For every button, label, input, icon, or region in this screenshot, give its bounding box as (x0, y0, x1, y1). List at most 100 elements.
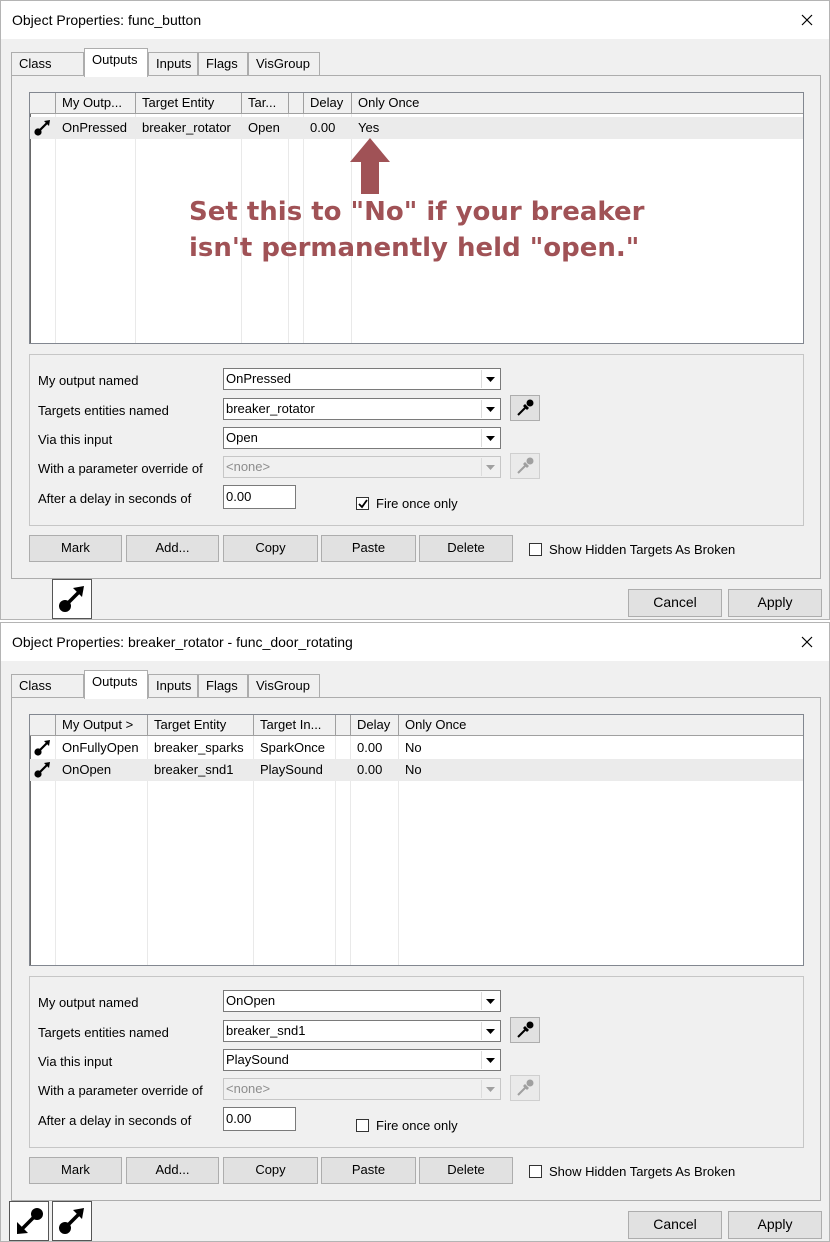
fire-once-checkbox[interactable]: Fire once only (356, 496, 458, 511)
fire-once-checkbox[interactable]: Fire once only (356, 1118, 458, 1133)
tab-outputs[interactable]: Outputs (84, 48, 148, 77)
output-label: My output named (38, 995, 139, 1010)
pick-target-button[interactable] (510, 395, 540, 421)
pick-param-button[interactable] (510, 1075, 540, 1101)
add-button[interactable]: Add... (126, 535, 219, 562)
delay-input[interactable]: 0.00 (223, 485, 296, 509)
delete-button[interactable]: Delete (419, 535, 513, 562)
column-header-only-once[interactable]: Only Once (352, 93, 803, 114)
close-icon (801, 14, 813, 26)
pick-param-button[interactable] (510, 453, 540, 479)
copy-button[interactable]: Copy (223, 1157, 318, 1184)
dropdown-arrow-icon (481, 370, 499, 388)
row-input: Open (248, 120, 280, 135)
column-header-icon[interactable] (30, 715, 56, 736)
checkbox-box[interactable] (529, 543, 542, 556)
row-input: SparkOnce (260, 740, 326, 755)
row-delay: 0.00 (357, 762, 383, 777)
column-header-output[interactable]: My Outp... (56, 93, 136, 114)
row-input: PlaySound (260, 762, 323, 777)
row-only-once: Yes (358, 120, 380, 135)
tab-flags[interactable]: Flags (198, 674, 248, 698)
input-arrow-icon (17, 1208, 43, 1234)
row-target: breaker_sparks (154, 740, 244, 755)
output-combo[interactable]: OnOpen (223, 990, 501, 1012)
column-header-input[interactable]: Target In... (254, 715, 336, 736)
outputs-list[interactable]: My Output > Target Entity Target In... D… (29, 714, 804, 966)
apply-button[interactable]: Apply (728, 1211, 822, 1239)
tab-inputs[interactable]: Inputs (148, 674, 198, 698)
tab-outputs[interactable]: Outputs (84, 670, 148, 699)
input-combo[interactable]: PlaySound (223, 1049, 501, 1071)
add-button[interactable]: Add... (126, 1157, 219, 1184)
target-combo[interactable]: breaker_snd1 (223, 1020, 501, 1042)
table-row[interactable]: OnFullyOpen breaker_sparks SparkOnce 0.0… (30, 737, 803, 759)
delay-input[interactable]: 0.00 (223, 1107, 296, 1131)
eyedropper-icon (517, 399, 534, 416)
checkbox-box[interactable] (356, 1119, 369, 1132)
column-header-delay[interactable]: Delay (351, 715, 399, 736)
cancel-button[interactable]: Cancel (628, 1211, 722, 1239)
column-header-param[interactable] (289, 93, 304, 114)
checkmark-icon (357, 498, 368, 508)
show-hidden-label: Show Hidden Targets As Broken (549, 542, 736, 557)
list-header: My Outp... Target Entity Tar... Delay On… (30, 93, 803, 114)
mark-button[interactable]: Mark (29, 1157, 122, 1184)
input-label: Via this input (38, 432, 113, 447)
dropdown-arrow-icon (481, 1022, 499, 1040)
table-row[interactable]: OnPressed breaker_rotator Open 0.00 Yes (30, 117, 803, 139)
annotation-note: Set this to "No" if your breaker isn't p… (189, 194, 644, 266)
show-hidden-checkbox[interactable]: Show Hidden Targets As Broken (529, 542, 735, 557)
paste-button[interactable]: Paste (321, 1157, 416, 1184)
target-combo[interactable]: breaker_rotator (223, 398, 501, 420)
dropdown-arrow-icon (481, 429, 499, 447)
mark-button[interactable]: Mark (29, 535, 122, 562)
apply-button[interactable]: Apply (728, 589, 822, 617)
input-combo[interactable]: Open (223, 427, 501, 449)
param-combo[interactable]: <none> (223, 1078, 501, 1100)
dropdown-arrow-icon (481, 992, 499, 1010)
tab-inputs[interactable]: Inputs (148, 52, 198, 76)
output-edit-group: My output named OnPressed Targets entiti… (29, 354, 804, 526)
output-combo[interactable]: OnPressed (223, 368, 501, 390)
row-target: breaker_rotator (142, 120, 231, 135)
annotation-line-2: isn't permanently held "open." (189, 233, 640, 263)
row-param (336, 737, 351, 759)
outputs-page: My Outp... Target Entity Tar... Delay On… (11, 75, 821, 579)
output-arrow-icon (59, 586, 84, 612)
checkbox-box[interactable] (356, 497, 369, 510)
row-target: breaker_snd1 (154, 762, 234, 777)
column-header-target[interactable]: Target Entity (136, 93, 242, 114)
delete-button[interactable]: Delete (419, 1157, 513, 1184)
column-header-delay[interactable]: Delay (304, 93, 352, 114)
column-header-output[interactable]: My Output > (56, 715, 148, 736)
column-header-input[interactable]: Tar... (242, 93, 289, 114)
pick-target-button[interactable] (510, 1017, 540, 1043)
tab-flags[interactable]: Flags (198, 52, 248, 76)
dropdown-arrow-icon (481, 1051, 499, 1069)
param-combo[interactable]: <none> (223, 456, 501, 478)
title-bar: Object Properties: breaker_rotator - fun… (1, 623, 829, 661)
output-arrow-icon (30, 117, 56, 139)
table-row[interactable]: OnOpen breaker_snd1 PlaySound 0.00 No (30, 759, 803, 781)
annotation-line-1: Set this to "No" if your breaker (189, 197, 645, 227)
close-button[interactable] (785, 1, 829, 39)
column-header-icon[interactable] (30, 93, 56, 114)
column-header-target[interactable]: Target Entity (148, 715, 254, 736)
tab-visgroup[interactable]: VisGroup (248, 674, 320, 698)
tab-class-info[interactable]: Class Info (11, 52, 84, 93)
row-param (336, 759, 351, 781)
tab-class-info[interactable]: Class Info (11, 674, 84, 715)
close-button[interactable] (785, 623, 829, 661)
column-header-only-once[interactable]: Only Once (399, 715, 803, 736)
cancel-button[interactable]: Cancel (628, 589, 722, 617)
input-label: Via this input (38, 1054, 113, 1069)
column-header-param[interactable] (336, 715, 351, 736)
show-hidden-checkbox[interactable]: Show Hidden Targets As Broken (529, 1164, 735, 1179)
copy-button[interactable]: Copy (223, 535, 318, 562)
checkbox-box[interactable] (529, 1165, 542, 1178)
output-status-icon (52, 1201, 92, 1241)
row-param (289, 117, 304, 139)
tab-visgroup[interactable]: VisGroup (248, 52, 320, 76)
paste-button[interactable]: Paste (321, 535, 416, 562)
